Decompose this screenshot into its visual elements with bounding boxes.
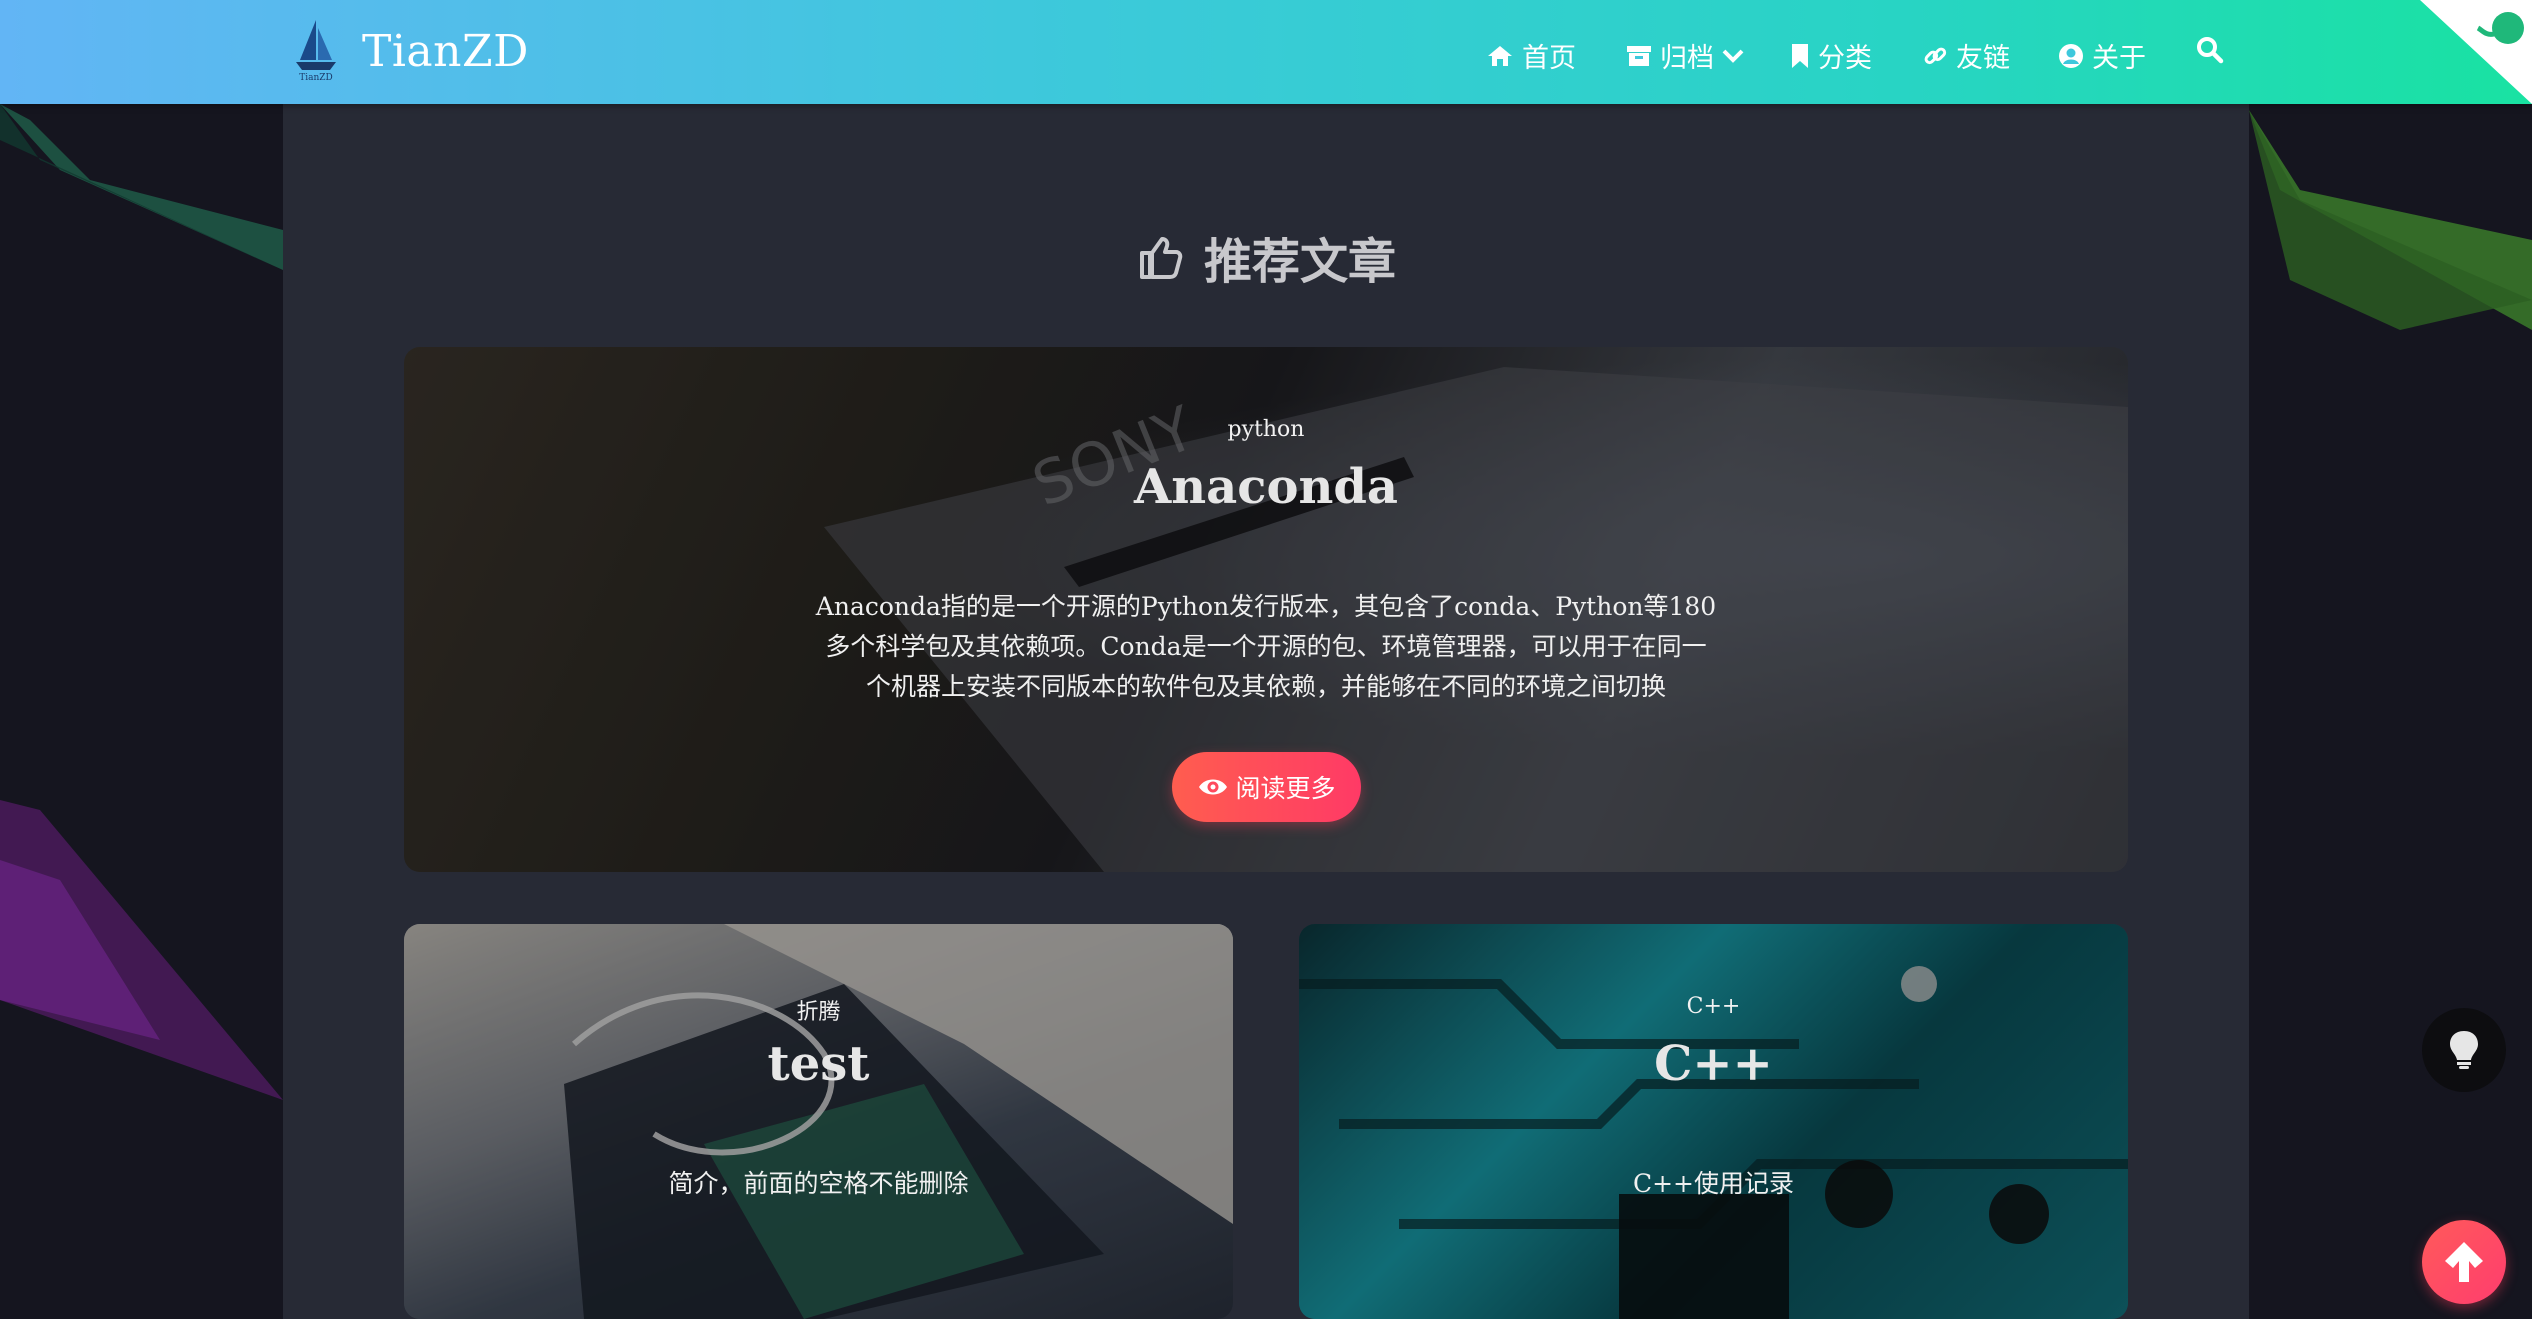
brand-title[interactable]: TianZD [362, 26, 529, 77]
archive-icon [1627, 45, 1651, 66]
nav-friends[interactable]: 友链 [1922, 36, 2010, 75]
section-title-text: 推荐文章 [1203, 234, 1396, 290]
nav-home[interactable]: 首页 [1486, 36, 1576, 75]
article-description: 简介，前面的空格不能删除 [668, 1169, 969, 1198]
nav-category[interactable]: 分类 [1790, 36, 1872, 75]
user-circle-icon [2059, 43, 2083, 68]
article-description: C++使用记录 [1632, 1169, 1795, 1198]
article-card-overlay [404, 924, 1233, 1319]
home-icon [1488, 45, 1512, 66]
logo-text: TianZD [299, 73, 333, 83]
article-category[interactable]: 折腾 [404, 994, 1233, 1026]
github-corner-icon[interactable] [2420, 0, 2532, 104]
logo-sailboat-icon[interactable]: TianZD [290, 14, 342, 88]
nav-friends-label: 友链 [1956, 43, 2010, 74]
chevron-down-icon [1722, 49, 1744, 63]
featured-desc-line: Anaconda指的是一个开源的Python发行版本，其包含了conda、Pyt… [815, 592, 1717, 621]
featured-category[interactable]: python [404, 417, 2128, 442]
search-icon [2197, 37, 2224, 64]
featured-description: Anaconda指的是一个开源的Python发行版本，其包含了conda、Pyt… [804, 587, 1728, 707]
main-content: 推荐文章 SONY python Anaconda Anaconda指的是一个开… [283, 104, 2249, 1319]
article-title[interactable]: test [404, 1036, 1233, 1092]
nav-home-label: 首页 [1522, 43, 1576, 74]
article-card-test[interactable]: 折腾 test 简介，前面的空格不能删除 [404, 924, 1233, 1319]
article-title[interactable]: C++ [1299, 1036, 2128, 1092]
arrow-up-icon [2445, 1242, 2483, 1282]
article-card-cpp[interactable]: C++ C++ C++使用记录 [1299, 924, 2128, 1319]
search-button[interactable] [2196, 36, 2224, 64]
featured-desc-line: 多个科学包及其依赖项。Conda是一个开源的包、环境管理器，可以用于在同一 [825, 632, 1707, 661]
bookmark-icon [1792, 43, 1808, 68]
featured-article-card[interactable]: SONY python Anaconda Anaconda指的是一个开源的Pyt… [404, 347, 2128, 872]
link-icon [1924, 47, 1947, 64]
article-card-overlay [1299, 924, 2128, 1319]
eye-icon [1199, 779, 1228, 795]
thumbs-up-icon [1139, 237, 1183, 279]
nav-about[interactable]: 关于 [2058, 36, 2146, 75]
read-more-label: 阅读更多 [1235, 774, 1336, 803]
nav-archive-label: 归档 [1660, 43, 1714, 74]
nav-about-label: 关于 [2092, 43, 2146, 74]
read-more-button[interactable]: 阅读更多 [1172, 752, 1361, 822]
nav-archive[interactable]: 归档 [1626, 36, 1744, 75]
featured-title[interactable]: Anaconda [404, 459, 2128, 515]
lightbulb-icon [2450, 1031, 2478, 1069]
featured-desc-line: 个机器上安装不同版本的软件包及其依赖，并能够在不同的环境之间切换 [865, 672, 1666, 701]
nav-category-label: 分类 [1818, 43, 1872, 74]
recommended-section-title: 推荐文章 [283, 222, 2249, 292]
article-category[interactable]: C++ [1299, 994, 2128, 1019]
top-navbar: TianZD TianZD 首页 归档 分类 友链 关于 [0, 0, 2532, 104]
back-to-top-button[interactable] [2422, 1220, 2506, 1304]
theme-toggle-button[interactable] [2422, 1008, 2506, 1092]
